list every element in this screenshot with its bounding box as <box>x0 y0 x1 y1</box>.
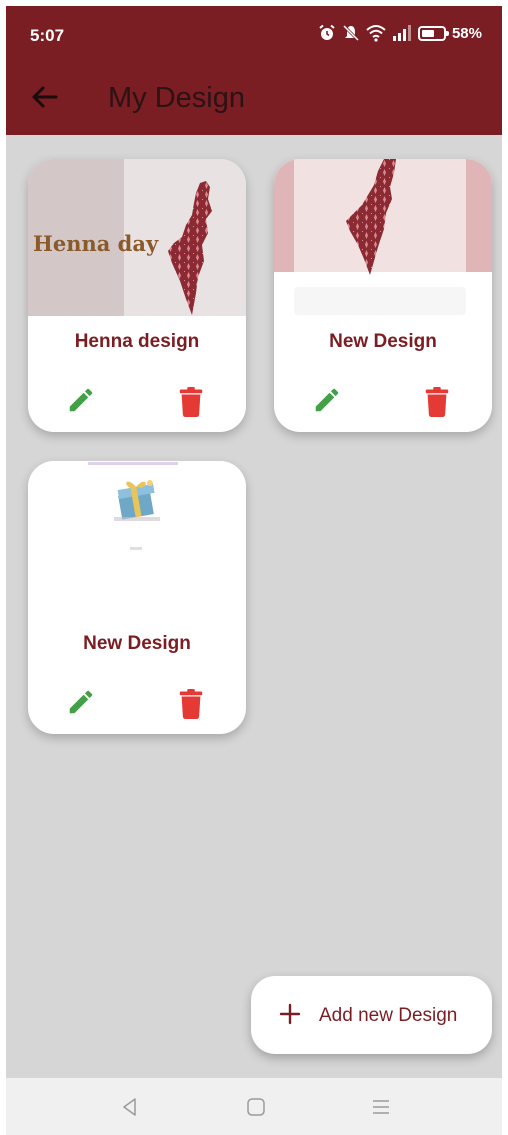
design-card[interactable]: New Design <box>28 461 246 734</box>
card-title: Henna design <box>74 331 200 352</box>
add-new-design-label: Add new Design <box>319 1005 458 1026</box>
design-card[interactable]: Henna day Henna design <box>28 159 246 432</box>
back-arrow-icon[interactable] <box>28 80 62 114</box>
palestine-map-image <box>346 159 396 275</box>
card-title: New Design <box>83 633 191 654</box>
thumbnail-text: Henna day <box>33 231 159 256</box>
palestine-map-image <box>168 181 212 315</box>
signal-icon <box>392 25 411 41</box>
app-screen: 5:07 58% My Design Henna day Henna desig… <box>6 6 502 1135</box>
delete-icon[interactable] <box>424 387 450 417</box>
mute-icon <box>342 24 360 42</box>
status-time: 5:07 <box>30 26 65 45</box>
delete-icon[interactable] <box>178 387 204 417</box>
nav-home-icon[interactable] <box>245 1096 267 1118</box>
card-title: New Design <box>329 331 437 352</box>
status-bar: 5:07 58% <box>6 6 502 60</box>
delete-icon[interactable] <box>178 689 204 719</box>
app-bar: My Design <box>6 60 502 135</box>
gift-box-image <box>117 480 155 520</box>
page-title: My Design <box>108 82 245 114</box>
plus-icon <box>279 1003 301 1025</box>
system-nav-bar <box>6 1078 502 1135</box>
edit-icon[interactable] <box>66 687 96 717</box>
nav-back-icon[interactable] <box>119 1096 141 1118</box>
wifi-icon <box>366 25 386 42</box>
nav-menu-icon[interactable] <box>370 1096 392 1118</box>
battery-percent: 58% <box>451 24 482 42</box>
battery-icon <box>417 25 449 41</box>
edit-icon[interactable] <box>312 385 342 415</box>
alarm-icon <box>319 24 335 40</box>
edit-icon[interactable] <box>66 385 96 415</box>
design-thumbnail <box>274 159 492 316</box>
status-icons: 58% <box>318 24 482 42</box>
design-thumbnail: Henna day <box>28 159 246 316</box>
design-thumbnail <box>28 461 246 618</box>
design-card[interactable]: New Design <box>274 159 492 432</box>
add-new-design-button[interactable]: Add new Design <box>251 976 492 1054</box>
